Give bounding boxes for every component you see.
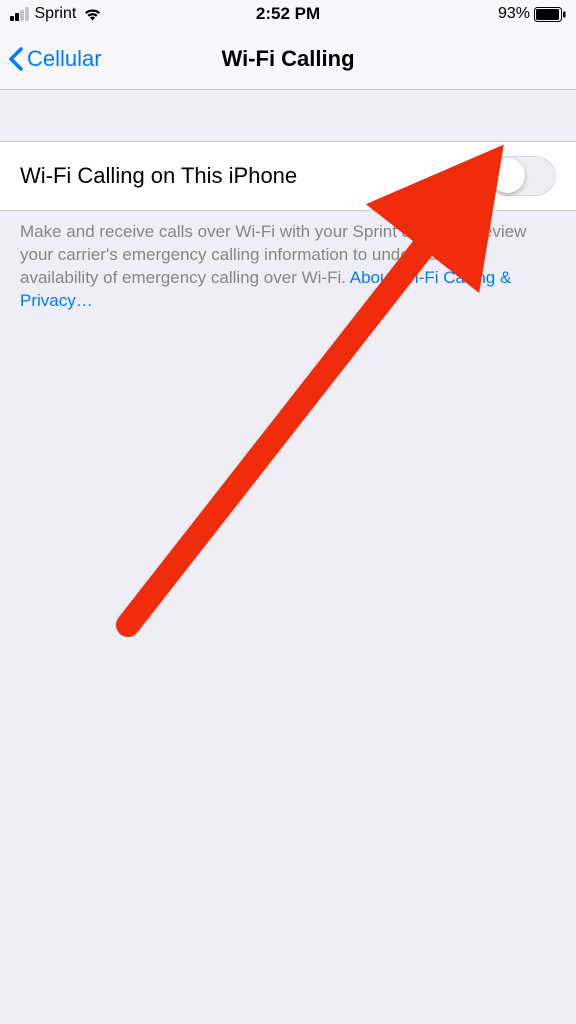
cellular-signal-icon (10, 7, 29, 21)
status-bar: Sprint 2:52 PM 93% (0, 0, 576, 28)
chevron-left-icon (8, 47, 23, 71)
wifi-calling-row: Wi-Fi Calling on This iPhone (0, 141, 576, 211)
footer-description: Make and receive calls over Wi-Fi with y… (0, 211, 576, 313)
wifi-calling-label: Wi-Fi Calling on This iPhone (20, 163, 297, 189)
clock-time: 2:52 PM (256, 4, 320, 24)
wifi-icon (83, 7, 102, 21)
page-title: Wi-Fi Calling (221, 46, 354, 72)
battery-icon (534, 7, 566, 22)
status-right-group: 93% (498, 5, 566, 23)
toggle-knob (490, 158, 525, 193)
back-label: Cellular (27, 46, 102, 72)
nav-bar: Cellular Wi-Fi Calling (0, 28, 576, 90)
back-button[interactable]: Cellular (8, 46, 102, 72)
carrier-label: Sprint (35, 5, 77, 23)
wifi-calling-toggle[interactable] (488, 156, 556, 196)
settings-content: Wi-Fi Calling on This iPhone Make and re… (0, 141, 576, 313)
battery-percentage: 93% (498, 5, 530, 23)
status-left-group: Sprint (10, 5, 102, 23)
